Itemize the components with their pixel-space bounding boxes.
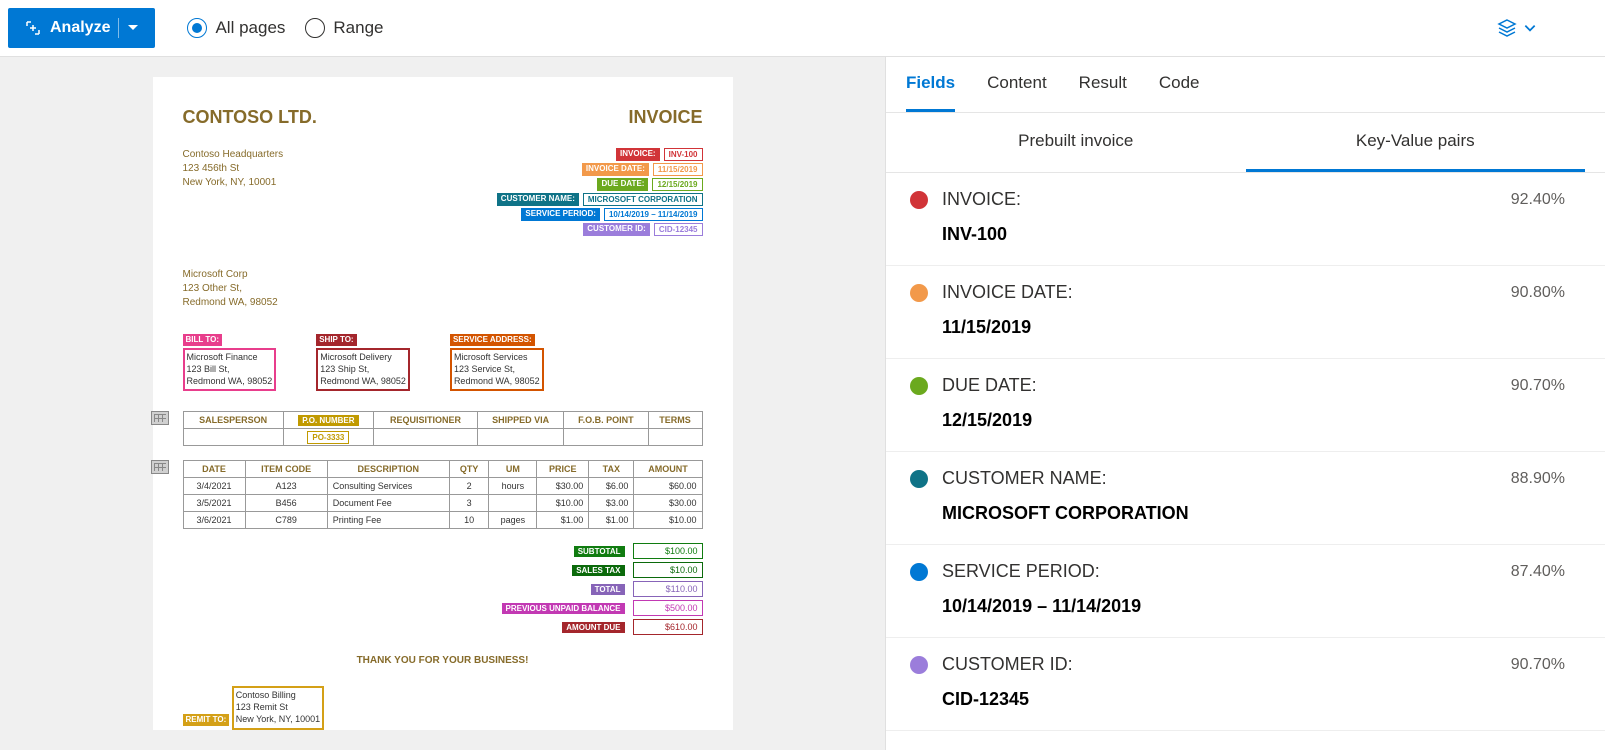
color-dot-icon — [910, 191, 928, 209]
customer-address: Microsoft Corp123 Other St,Redmond WA, 9… — [183, 268, 703, 310]
field-item[interactable]: INVOICE: 92.40% INV-100 — [886, 173, 1605, 266]
table-row: 3/6/2021C789Printing Fee10pages$1.00$1.0… — [183, 512, 702, 529]
table-icon[interactable] — [151, 411, 169, 425]
remit-box: REMIT TO: Contoso Billing123 Remit StNew… — [183, 686, 703, 729]
document-preview[interactable]: CONTOSO LTD. INVOICE Contoso Headquarter… — [0, 57, 885, 750]
tab-code[interactable]: Code — [1159, 57, 1200, 112]
field-key: DUE DATE: — [942, 375, 1497, 396]
totals: SUBTOTAL$100.00 SALES TAX$10.00 TOTAL$11… — [391, 543, 703, 635]
field-item[interactable]: DUE DATE: 90.70% 12/15/2019 — [886, 359, 1605, 452]
field-key: CUSTOMER ID: — [942, 654, 1497, 675]
hq-address: Contoso Headquarters123 456th StNew York… — [183, 148, 284, 238]
field-key: SERVICE PERIOD: — [942, 561, 1497, 582]
field-confidence: 88.90% — [1511, 470, 1565, 488]
field-item[interactable]: INVOICE DATE: 90.80% 11/15/2019 — [886, 266, 1605, 359]
color-dot-icon — [910, 470, 928, 488]
field-confidence: 92.40% — [1511, 191, 1565, 209]
radio-range[interactable]: Range — [305, 18, 383, 38]
color-dot-icon — [910, 563, 928, 581]
field-confidence: 87.40% — [1511, 563, 1565, 581]
divider — [118, 18, 119, 38]
tab-result[interactable]: Result — [1079, 57, 1127, 112]
field-value: 12/15/2019 — [942, 410, 1565, 431]
field-item[interactable]: CUSTOMER ID: 90.70% CID-12345 — [886, 638, 1605, 731]
bill-to-box: BILL TO: Microsoft Finance123 Bill St,Re… — [183, 334, 277, 391]
invoice-title: INVOICE — [628, 107, 702, 128]
field-confidence: 90.70% — [1511, 377, 1565, 395]
radio-label: Range — [333, 18, 383, 38]
field-value: 11/15/2019 — [942, 317, 1565, 338]
analyze-button[interactable]: Analyze — [8, 8, 155, 48]
tab-prebuilt[interactable]: Prebuilt invoice — [906, 113, 1246, 172]
color-dot-icon — [910, 284, 928, 302]
thank-you: THANK YOU FOR YOUR BUSINESS! — [183, 655, 703, 666]
field-value: INV-100 — [942, 224, 1565, 245]
radio-icon — [187, 18, 207, 38]
field-value: MICROSOFT CORPORATION — [942, 503, 1565, 524]
chevron-down-icon — [127, 22, 139, 34]
invoice-meta: INVOICE:INV-100 INVOICE DATE:11/15/2019 … — [497, 148, 703, 238]
analyze-label: Analyze — [50, 19, 110, 37]
analyze-icon — [24, 19, 42, 37]
radio-icon — [305, 18, 325, 38]
field-confidence: 90.80% — [1511, 284, 1565, 302]
primary-tabs: Fields Content Result Code — [886, 57, 1605, 113]
field-item[interactable]: SERVICE PERIOD: 87.40% 10/14/2019 – 11/1… — [886, 545, 1605, 638]
ship-to-box: SHIP TO: Microsoft Delivery123 Ship St,R… — [316, 334, 410, 391]
radio-all-pages[interactable]: All pages — [187, 18, 285, 38]
service-address-box: SERVICE ADDRESS: Microsoft Services123 S… — [450, 334, 544, 391]
tab-fields[interactable]: Fields — [906, 57, 955, 112]
company-name: CONTOSO LTD. — [183, 107, 317, 128]
radio-label: All pages — [215, 18, 285, 38]
main-content: CONTOSO LTD. INVOICE Contoso Headquarter… — [0, 57, 1605, 750]
po-table: SALESPERSONP.O. NUMBERREQUISITIONERSHIPP… — [183, 411, 703, 446]
layers-icon — [1497, 18, 1517, 38]
field-item[interactable]: CUSTOMER NAME: 88.90% MICROSOFT CORPORAT… — [886, 452, 1605, 545]
table-row: 3/4/2021A123Consulting Services2hours$30… — [183, 478, 702, 495]
toolbar: Analyze All pages Range — [0, 0, 1605, 57]
color-dot-icon — [910, 377, 928, 395]
chevron-down-icon — [1523, 21, 1537, 35]
document-page: CONTOSO LTD. INVOICE Contoso Headquarter… — [153, 77, 733, 730]
field-value: 10/14/2019 – 11/14/2019 — [942, 596, 1565, 617]
field-key: INVOICE: — [942, 189, 1497, 210]
tab-kv-pairs[interactable]: Key-Value pairs — [1246, 113, 1586, 172]
page-range-group: All pages Range — [187, 18, 383, 38]
items-table: DATEITEM CODEDESCRIPTIONQTYUMPRICETAXAMO… — [183, 460, 703, 529]
tab-content[interactable]: Content — [987, 57, 1047, 112]
layers-dropdown[interactable] — [1497, 18, 1537, 38]
fields-list[interactable]: INVOICE: 92.40% INV-100 INVOICE DATE: 90… — [886, 173, 1605, 750]
table-icon[interactable] — [151, 460, 169, 474]
color-dot-icon — [910, 656, 928, 674]
results-panel: Fields Content Result Code Prebuilt invo… — [885, 57, 1605, 750]
field-value: CID-12345 — [942, 689, 1565, 710]
field-key: INVOICE DATE: — [942, 282, 1497, 303]
field-confidence: 90.70% — [1511, 656, 1565, 674]
field-key: CUSTOMER NAME: — [942, 468, 1497, 489]
table-row: 3/5/2021B456Document Fee3$10.00$3.00$30.… — [183, 495, 702, 512]
secondary-tabs: Prebuilt invoice Key-Value pairs — [886, 113, 1605, 173]
